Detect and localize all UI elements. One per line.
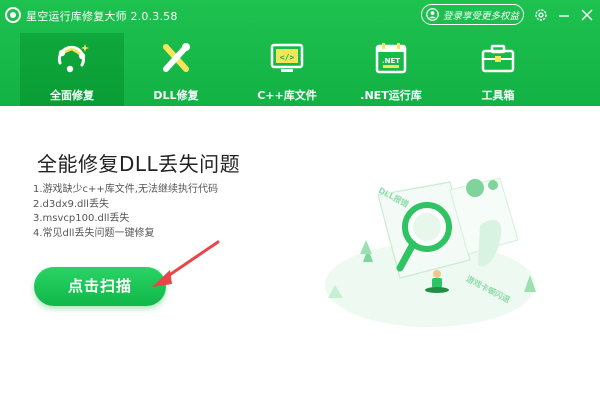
page-title: 全能修复DLL丢失问题	[37, 152, 241, 176]
issue-list: 1.游戏缺少c++库文件,无法继续执行代码 2.d3dx9.dll丢失 3.ms…	[33, 183, 218, 241]
tab-label: DLL修复	[153, 89, 199, 102]
tab-label: 工具箱	[481, 89, 515, 102]
gear-icon	[535, 9, 547, 21]
code-monitor-icon: </>	[270, 43, 304, 72]
list-item: 2.d3dx9.dll丢失	[33, 198, 109, 210]
list-item: 1.游戏缺少c++库文件,无法继续执行代码	[33, 184, 218, 195]
close-icon	[581, 9, 593, 21]
tab-label: C++库文件	[257, 89, 317, 102]
repair-illustration	[325, 177, 536, 327]
net-calendar-icon: .NET	[375, 43, 407, 74]
list-item: 3.msvcp100.dll丢失	[33, 213, 130, 224]
user-icon	[426, 8, 439, 21]
repair-icon	[57, 44, 89, 73]
svg-text:</>: </>	[280, 53, 295, 62]
minimize-button[interactable]	[555, 6, 573, 24]
tab-dll-repair[interactable]: DLL修复	[124, 33, 228, 106]
title-bar: 星空运行库修复大师 2.0.3.58 登录享受更多权益	[0, 0, 600, 32]
login-button[interactable]: 登录享受更多权益	[421, 4, 524, 25]
main-nav: 全面修复 DLL修复 </> C++库文件 .NET .NET运行库 工具箱	[20, 33, 550, 106]
tab-full-repair[interactable]: 全面修复	[20, 33, 124, 106]
tools-icon	[163, 43, 190, 72]
tab-cpp-library[interactable]: </> C++库文件	[235, 33, 339, 106]
tab-label: 全面修复	[50, 89, 94, 102]
tab-toolbox[interactable]: 工具箱	[446, 33, 550, 106]
login-text: 登录享受更多权益	[443, 10, 520, 22]
settings-button[interactable]	[532, 6, 550, 24]
tab-label: .NET运行库	[360, 89, 422, 102]
tab-net-runtime[interactable]: .NET .NET运行库	[339, 33, 443, 106]
header: 星空运行库修复大师 2.0.3.58 登录享受更多权益 全面修复 DLL修复 <…	[0, 0, 600, 106]
minimize-icon	[559, 15, 569, 17]
app-title: 星空运行库修复大师 2.0.3.58	[26, 10, 178, 23]
red-arrow-icon	[152, 240, 220, 287]
app-logo-icon	[5, 7, 21, 23]
toolbox-icon	[481, 44, 515, 73]
svg-text:.NET: .NET	[382, 57, 400, 65]
close-button[interactable]	[578, 6, 596, 24]
